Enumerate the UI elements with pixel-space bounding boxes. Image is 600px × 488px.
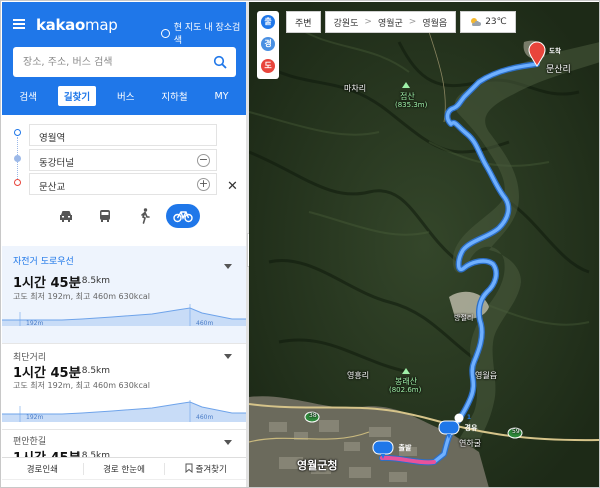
breadcrumb-town[interactable]: 영월읍 bbox=[422, 16, 447, 29]
partly-cloudy-icon bbox=[471, 18, 482, 26]
header: kakaomap 현 지도 내 장소검색 검색 길찾기 버스 지하철 MY bbox=[2, 2, 246, 115]
route-result-1[interactable]: 자전거 도로우선 1시간 45분 18.5km 고도 최저 192m, 최고 4… bbox=[2, 246, 246, 343]
main-tabs: 검색 길찾기 버스 지하철 MY bbox=[2, 86, 246, 106]
profile-low-label: 192m bbox=[26, 320, 44, 327]
mode-bicycle[interactable] bbox=[166, 204, 200, 228]
end-point-button[interactable]: 도 bbox=[261, 59, 275, 73]
expand-icon[interactable] bbox=[224, 440, 232, 445]
map-view[interactable]: 38 59 접산 (835.3m) 봉래산 (802.6m) 마차리 영월읍 영… bbox=[249, 2, 599, 487]
place-label: 연하굴 bbox=[459, 439, 482, 448]
via-number-icon bbox=[454, 413, 464, 423]
tab-bus[interactable]: 버스 bbox=[111, 86, 140, 106]
start-marker[interactable]: 출발 bbox=[372, 440, 411, 460]
tab-directions[interactable]: 길찾기 bbox=[57, 86, 97, 106]
route-result-3[interactable]: 편안한길 1시간 45분 18.5km bbox=[2, 429, 246, 466]
breadcrumb-county[interactable]: 영월군 bbox=[378, 16, 403, 29]
breadcrumb-province[interactable]: 강원도 bbox=[334, 16, 359, 29]
profile-high-label: 460m bbox=[196, 320, 214, 327]
origin-field[interactable]: 영월역 bbox=[29, 124, 217, 146]
destination-dot-icon bbox=[14, 179, 21, 186]
add-waypoint-button[interactable]: + bbox=[197, 178, 210, 191]
village-label: 영월읍 bbox=[475, 371, 498, 380]
nearby-button[interactable]: 주변 bbox=[286, 11, 321, 33]
menu-icon[interactable] bbox=[13, 19, 25, 29]
breadcrumb-separator-icon: > bbox=[408, 17, 417, 27]
breadcrumb: 강원도 > 영월군 > 영월읍 bbox=[324, 11, 457, 33]
map-top-bar: 주변 강원도 > 영월군 > 영월읍 23℃ bbox=[286, 11, 516, 33]
search-icon[interactable] bbox=[213, 55, 227, 69]
tab-search[interactable]: 검색 bbox=[13, 86, 42, 106]
via-point-button[interactable]: 경 bbox=[261, 37, 275, 51]
print-route-button[interactable]: 경로인쇄 bbox=[2, 462, 84, 475]
map-area-search-toggle[interactable]: 현 지도 내 장소검색 bbox=[161, 20, 246, 46]
mode-walk[interactable] bbox=[132, 204, 158, 228]
remove-waypoint-button[interactable]: − bbox=[197, 154, 210, 167]
route-option-label: 편안한길 bbox=[13, 437, 47, 447]
search-box bbox=[13, 47, 236, 77]
waypoint-field[interactable]: 동강터널 − bbox=[29, 149, 217, 171]
radio-icon[interactable] bbox=[161, 28, 170, 38]
village-label: 문산리 bbox=[546, 65, 571, 75]
peak-height-label: (802.6m) bbox=[389, 386, 422, 394]
bottom-actions: 경로인쇄 경로 한눈에 즐겨찾기 bbox=[2, 457, 246, 479]
via-number-marker: 1 bbox=[454, 413, 471, 423]
tab-my[interactable]: MY bbox=[209, 88, 235, 105]
origin-dot-icon bbox=[14, 129, 21, 136]
expand-icon[interactable] bbox=[224, 264, 232, 269]
car-icon bbox=[60, 211, 72, 222]
profile-high-label: 460m bbox=[196, 414, 214, 421]
route-meta: 고도 최저 192m, 최고 460m 630kcal bbox=[13, 292, 150, 301]
bicycle-icon bbox=[173, 211, 193, 223]
app-window: kakaomap 현 지도 내 장소검색 검색 길찾기 버스 지하철 MY bbox=[0, 0, 600, 488]
walk-icon bbox=[141, 208, 150, 224]
highway-59-label: 59 bbox=[512, 428, 520, 435]
place-label: 방절리 bbox=[454, 314, 474, 322]
village-label: 마차리 bbox=[344, 84, 367, 93]
map-area-search-label: 현 지도 내 장소검색 bbox=[173, 23, 241, 46]
route-distance: 18.5km bbox=[76, 276, 111, 286]
bookmark-icon bbox=[185, 463, 193, 473]
destination-field[interactable]: 문산교 + bbox=[29, 173, 217, 195]
expand-icon[interactable] bbox=[224, 354, 232, 359]
village-label: 영흥리 bbox=[347, 371, 370, 380]
temperature: 23℃ bbox=[485, 17, 507, 27]
end-marker[interactable]: 도착 bbox=[528, 41, 561, 67]
start-marker-icon bbox=[372, 440, 394, 459]
start-point-button[interactable]: 출 bbox=[261, 15, 275, 29]
route-meta: 고도 최저 192m, 최고 460m 630kcal bbox=[13, 381, 150, 390]
tab-subway[interactable]: 지하철 bbox=[155, 86, 193, 106]
route-time: 1시간 45분 bbox=[13, 366, 81, 381]
waypoint-dot-icon bbox=[14, 155, 21, 162]
peak-height-label: (835.3m) bbox=[395, 101, 428, 109]
mode-car[interactable] bbox=[53, 204, 79, 228]
panel-footer bbox=[2, 479, 246, 487]
end-marker-icon bbox=[528, 41, 546, 67]
town-label: 영월군청 bbox=[297, 459, 338, 472]
left-panel: kakaomap 현 지도 내 장소검색 검색 길찾기 버스 지하철 MY bbox=[2, 2, 246, 487]
route-result-2[interactable]: 최단거리 1시간 45분 18.5km 고도 최저 192m, 최고 460m … bbox=[2, 343, 246, 429]
route-distance: 18.5km bbox=[76, 366, 111, 376]
route-time: 1시간 45분 bbox=[13, 276, 81, 291]
logo[interactable]: kakaomap bbox=[36, 16, 118, 34]
favorite-button[interactable]: 즐겨찾기 bbox=[165, 463, 246, 475]
route-inputs: 영월역 동강터널 − 문산교 + ✕ bbox=[2, 121, 246, 196]
weather-widget[interactable]: 23℃ bbox=[460, 11, 516, 33]
map-route-toolbar: 출 경 도 bbox=[257, 11, 279, 79]
highway-38-label: 38 bbox=[309, 412, 317, 419]
route-option-label: 자전거 도로우선 bbox=[13, 257, 74, 267]
mode-bus[interactable] bbox=[92, 204, 118, 228]
search-input[interactable] bbox=[13, 47, 208, 77]
bus-icon bbox=[100, 210, 110, 222]
profile-low-label: 192m bbox=[26, 414, 44, 421]
breadcrumb-separator-icon: > bbox=[364, 17, 372, 27]
clear-route-button[interactable]: ✕ bbox=[227, 179, 238, 194]
transport-modes bbox=[2, 204, 246, 230]
route-overview-button[interactable]: 경로 한눈에 bbox=[84, 462, 166, 475]
